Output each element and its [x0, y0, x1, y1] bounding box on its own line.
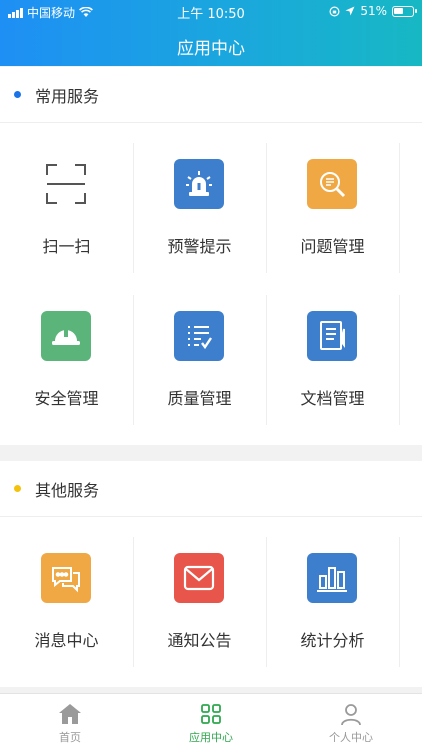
service-notices[interactable]: 通知公告 — [133, 537, 266, 667]
bar-chart-icon — [307, 553, 357, 603]
service-quality[interactable]: 质量管理 — [133, 295, 266, 425]
common-services-header: 常用服务 — [0, 67, 422, 123]
tab-label: 首页 — [59, 731, 81, 744]
tab-label: 个人中心 — [329, 731, 373, 744]
app-header: 中国移动 上午 10:50 51% 应用中心 — [0, 0, 422, 66]
battery-percent: 51% — [360, 4, 387, 18]
envelope-icon — [174, 553, 224, 603]
magnifier-doc-icon — [307, 159, 357, 209]
service-documents[interactable]: 文档管理 — [266, 295, 399, 425]
bottom-tab-bar: 首页 应用中心 个人中心 — [0, 693, 422, 750]
service-scan[interactable]: 扫一扫 — [0, 143, 133, 273]
other-services-section: 其他服务 消息中心 通知公告 统计分析 — [0, 461, 422, 687]
service-statistics[interactable]: 统计分析 — [266, 537, 399, 667]
common-services-section: 常用服务 扫一扫 预警提示 问题管理 安全管理 质量管理 文档管理 — [0, 67, 422, 445]
common-services-title: 常用服务 — [35, 86, 100, 106]
tab-label: 应用中心 — [189, 731, 233, 744]
tab-app-center[interactable]: 应用中心 — [141, 694, 281, 750]
location-icon — [345, 6, 355, 16]
checklist-icon — [174, 311, 224, 361]
section-dot — [14, 91, 21, 98]
other-services-header: 其他服务 — [0, 461, 422, 517]
service-label: 预警提示 — [167, 237, 232, 256]
home-icon — [59, 704, 81, 724]
battery-icon — [392, 5, 417, 17]
service-label: 消息中心 — [34, 631, 99, 650]
grid-icon — [201, 704, 221, 724]
other-services-title: 其他服务 — [35, 480, 100, 500]
service-label: 安全管理 — [34, 389, 99, 408]
alarm-light-icon — [174, 159, 224, 209]
rotation-lock-icon — [329, 5, 340, 17]
service-safety[interactable]: 安全管理 — [0, 295, 133, 425]
service-label: 通知公告 — [167, 631, 232, 650]
document-icon — [307, 311, 357, 361]
hard-hat-icon — [41, 311, 91, 361]
tab-profile[interactable]: 个人中心 — [281, 694, 421, 750]
service-label: 问题管理 — [300, 237, 365, 256]
service-messages[interactable]: 消息中心 — [0, 537, 133, 667]
service-label: 扫一扫 — [42, 237, 91, 256]
service-label: 质量管理 — [167, 389, 232, 408]
tab-home[interactable]: 首页 — [0, 694, 140, 750]
chat-bubbles-icon — [41, 553, 91, 603]
user-icon — [341, 704, 361, 726]
status-bar: 中国移动 上午 10:50 51% — [0, 0, 422, 22]
section-dot — [14, 485, 21, 492]
service-label: 统计分析 — [300, 631, 365, 650]
scan-icon — [41, 159, 91, 209]
service-label: 文档管理 — [300, 389, 365, 408]
service-warning[interactable]: 预警提示 — [133, 143, 266, 273]
service-issues[interactable]: 问题管理 — [266, 143, 399, 273]
page-title: 应用中心 — [177, 39, 245, 59]
